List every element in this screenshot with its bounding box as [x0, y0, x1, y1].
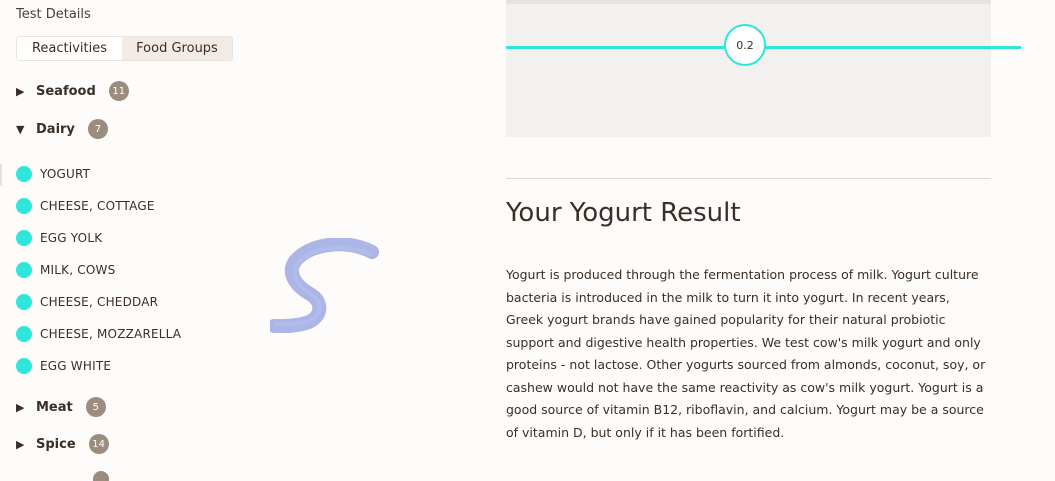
status-dot-icon [16, 358, 32, 374]
result-description: Yogurt is produced through the fermentat… [506, 267, 986, 440]
count-badge-partial [93, 471, 109, 481]
group-meat[interactable]: ▶ Meat 5 [16, 397, 106, 417]
status-dot-icon [16, 262, 32, 278]
caret-right-icon: ▶ [16, 84, 25, 98]
group-label: Spice [36, 436, 76, 452]
status-dot-icon [16, 294, 32, 310]
section-divider [506, 178, 991, 179]
view-toggle: Reactivities Food Groups [16, 36, 233, 61]
food-item-egg-yolk[interactable]: EGG YOLK [16, 229, 102, 247]
tab-reactivities[interactable]: Reactivities [17, 37, 122, 60]
status-dot-icon [16, 198, 32, 214]
food-label: YOGURT [40, 167, 91, 181]
food-item-egg-white[interactable]: EGG WHITE [16, 357, 111, 375]
group-seafood[interactable]: ▶ Seafood 11 [16, 81, 129, 101]
caret-right-icon: ▶ [16, 437, 25, 451]
food-item-cheese-cheddar[interactable]: CHEESE, CHEDDAR [16, 293, 158, 311]
count-badge: 7 [87, 119, 108, 139]
food-item-cheese-cottage[interactable]: CHEESE, COTTAGE [16, 197, 155, 215]
chart-top-bar [506, 0, 991, 4]
tab-food-groups[interactable]: Food Groups [122, 37, 232, 60]
food-item-yogurt[interactable]: YOGURT [16, 165, 90, 183]
food-label: EGG YOLK [40, 231, 103, 245]
caret-right-icon: ▶ [16, 400, 25, 414]
reactivity-chart: 0.2 [506, 0, 991, 137]
food-item-cheese-mozzarella[interactable]: CHEESE, MOZZARELLA [16, 325, 181, 343]
result-title: Your Yogurt Result [506, 198, 741, 228]
food-label: CHEESE, CHEDDAR [40, 295, 159, 309]
group-label: Meat [36, 399, 73, 415]
group-label: Dairy [36, 121, 75, 137]
status-dot-icon [16, 326, 32, 342]
reactivity-marker: 0.2 [724, 24, 766, 66]
loading-squiggle-icon [270, 238, 379, 333]
food-label: CHEESE, MOZZARELLA [40, 327, 182, 341]
sidebar-title: Test Details [16, 7, 91, 22]
count-badge: 14 [88, 434, 109, 454]
group-label: Seafood [36, 83, 96, 99]
food-item-milk-cows[interactable]: MILK, COWS [16, 261, 115, 279]
count-badge: 11 [108, 81, 129, 101]
food-label: EGG WHITE [40, 359, 112, 373]
active-item-indicator [0, 164, 2, 186]
sidebar: Test Details Reactivities Food Groups ▶ … [0, 0, 260, 481]
group-spice[interactable]: ▶ Spice 14 [16, 434, 109, 454]
group-dairy[interactable]: ▼ Dairy 7 [16, 119, 108, 139]
food-label: CHEESE, COTTAGE [40, 199, 155, 213]
food-label: MILK, COWS [40, 263, 116, 277]
status-dot-icon [16, 230, 32, 246]
caret-down-icon: ▼ [16, 122, 25, 136]
status-dot-icon [16, 166, 32, 182]
reactivity-line-extension [991, 46, 1021, 49]
count-badge: 5 [85, 397, 106, 417]
